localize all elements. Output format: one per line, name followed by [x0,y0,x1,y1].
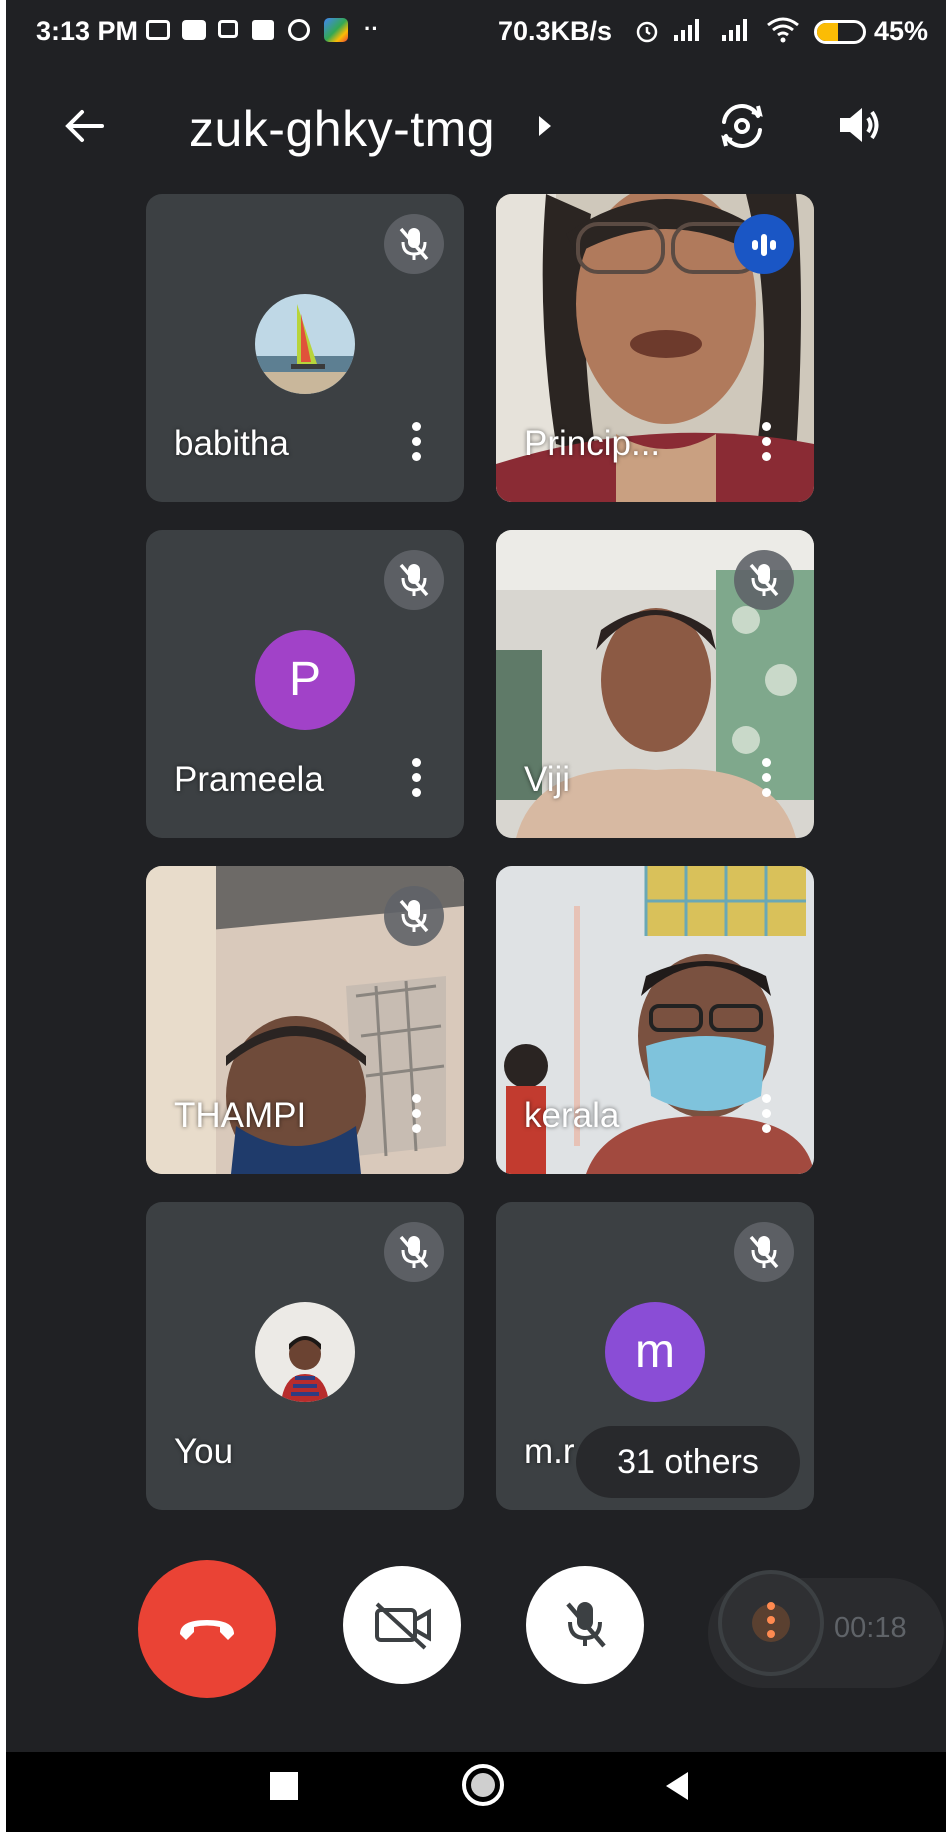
participant-name: Prameela [174,760,324,799]
mic-toggle-button[interactable] [526,1566,644,1684]
alarm-icon [636,21,658,43]
avatar-letter: P [255,630,355,730]
avatar [255,294,355,394]
participant-tile-thampi[interactable]: THAMPI [146,866,464,1174]
home-circle-icon[interactable] [462,1764,504,1806]
participant-tile-principal[interactable]: Princip... [496,194,814,502]
participant-tile-viji[interactable]: Viji [496,530,814,838]
participant-tile-kerala[interactable]: kerala [496,866,814,1174]
system-nav-bar [6,1752,946,1832]
meeting-details-chevron-icon[interactable] [536,114,554,138]
mic-off-badge [384,550,444,610]
audio-level-icon [752,234,776,256]
more-vert-icon[interactable] [410,758,422,800]
meeting-code-title[interactable]: zuk-ghky-tmg [189,100,495,158]
avatar-letter: m [605,1302,705,1402]
message-notification-icon [146,20,170,40]
back-arrow-icon[interactable] [62,104,106,148]
mic-off-icon [399,563,429,597]
youtube-notification-icon [182,20,206,40]
signal-1-icon [674,19,699,41]
speaking-badge [734,214,794,274]
participant-tile-babitha[interactable]: babitha [146,194,464,502]
participant-name: m.r [524,1432,575,1471]
network-speed: 70.3KB/s [498,16,613,46]
status-time: 3:13 PM [36,16,139,46]
more-vert-icon[interactable] [760,1094,772,1136]
participant-tile-self[interactable]: You [146,1202,464,1510]
battery-level-fill [817,23,838,41]
recents-square-icon[interactable] [270,1772,298,1800]
participant-name: babitha [174,424,289,463]
mic-off-icon [399,899,429,933]
more-vert-icon[interactable] [410,1094,422,1136]
wifi-icon [767,17,799,43]
mic-off-icon [566,1602,606,1648]
switch-camera-icon[interactable] [716,100,768,152]
status-bar: 3:13 PM ·· 70.3KB/s 45% [6,0,946,62]
participant-name: kerala [524,1096,620,1135]
speaker-icon[interactable] [836,102,882,148]
photos-notification-icon [324,18,348,42]
end-call-button[interactable] [138,1560,276,1698]
mic-off-icon [399,227,429,261]
videocam-off-icon [375,1602,431,1650]
more-vert-icon[interactable] [760,758,772,800]
participant-name: You [174,1432,234,1471]
more-options-button[interactable] [718,1570,824,1676]
mic-off-icon [749,563,779,597]
mic-off-badge [384,886,444,946]
elapsed-time: 00:18 [834,1612,907,1644]
participant-name: THAMPI [174,1096,307,1135]
battery-icon [814,20,866,44]
camera-toggle-button[interactable] [343,1566,461,1684]
more-vert-icon[interactable] [760,422,772,464]
meeting-top-bar: zuk-ghky-tmg [6,70,946,190]
more-notifications-icon: ·· [364,16,379,41]
video-notification-icon [252,20,274,40]
participant-tile-prameela[interactable]: P Prameela [146,530,464,838]
more-vert-icon [766,1602,776,1638]
phone-screen: 3:13 PM ·· 70.3KB/s 45% zuk-ghky-tmg bab… [6,0,946,1832]
mic-off-icon [399,1235,429,1269]
signal-2-icon [722,19,747,41]
call-end-icon [180,1620,234,1640]
mic-off-badge [734,1222,794,1282]
battery-percent: 45% [874,16,929,46]
participant-name: Princip... [524,424,661,463]
avatar [255,1302,355,1402]
nav-back-triangle-icon[interactable] [662,1770,692,1802]
meet-notification-icon [218,20,238,38]
mic-off-badge [384,1222,444,1282]
others-count-pill[interactable]: 31 others [576,1426,800,1498]
more-vert-icon[interactable] [410,422,422,464]
mic-off-icon [749,1235,779,1269]
participant-name: Viji [524,760,571,799]
mic-off-badge [734,550,794,610]
mic-off-badge [384,214,444,274]
whatsapp-notification-icon [288,19,310,41]
